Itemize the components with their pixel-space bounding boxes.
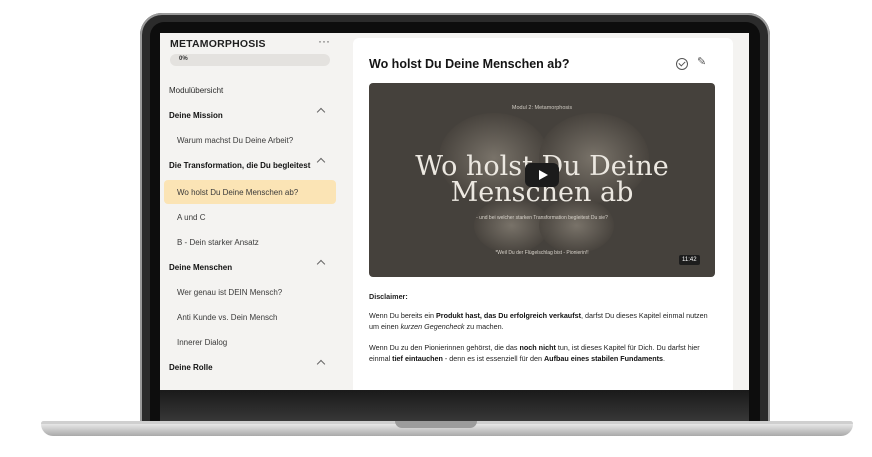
section-label: Deine Mission xyxy=(169,110,223,120)
laptop-notch xyxy=(395,421,477,428)
sidebar-item-lesson[interactable]: Innerer Dialog xyxy=(164,330,336,354)
more-options-icon[interactable]: ··· xyxy=(318,34,330,48)
sidebar-section-menschen[interactable]: Deine Menschen xyxy=(164,255,336,279)
play-button[interactable] xyxy=(525,163,559,187)
app-screen: METAMORPHOSIS ··· 0% Modulübersicht Dein… xyxy=(160,33,749,390)
video-duration: 11:42 xyxy=(679,255,700,265)
sidebar-section-transformation[interactable]: Die Transformation, die Du begleitest xyxy=(164,153,336,177)
paragraph-1: Wenn Du bereits ein Produkt hast, das Du… xyxy=(369,311,719,332)
text-bold: Produkt hast, das Du erfolgreich verkauf… xyxy=(436,311,581,320)
course-progress-bar: 0% xyxy=(170,54,330,66)
text-bold: noch nicht xyxy=(519,343,556,352)
laptop-keyboard xyxy=(160,390,749,424)
text-italic: kurzen Gegencheck xyxy=(400,321,465,331)
video-quote: *Weil Du der Flügelschlag bist - Pionier… xyxy=(495,250,589,256)
sidebar-item-lesson[interactable]: B - Dein starker Ansatz xyxy=(164,230,336,254)
sidebar-section-rolle[interactable]: Deine Rolle xyxy=(164,355,336,379)
text-run: zu machen. xyxy=(464,321,504,331)
sidebar-section-mission[interactable]: Deine Mission xyxy=(164,103,336,127)
chevron-up-icon[interactable] xyxy=(316,359,326,369)
pencil-icon[interactable]: ✎ xyxy=(697,55,706,68)
progress-label: 0% xyxy=(179,56,188,62)
chevron-up-icon[interactable] xyxy=(316,107,326,117)
sidebar-item-lesson[interactable]: Anti Kunde vs. Dein Mensch xyxy=(164,305,336,329)
course-sidebar: METAMORPHOSIS ··· 0% Modulübersicht Dein… xyxy=(160,33,343,390)
section-label: Deine Rolle xyxy=(169,362,213,372)
video-module-label: Modul 2: Metamorphosis xyxy=(511,105,573,111)
sidebar-item-active-lesson[interactable]: Wo holst Du Deine Menschen ab? xyxy=(164,180,336,204)
sidebar-item-lesson[interactable]: Wer genau ist DEIN Mensch? xyxy=(164,280,336,304)
text-bold: Aufbau eines stabilen Fundaments xyxy=(543,353,663,363)
course-title: METAMORPHOSIS xyxy=(170,38,266,50)
video-player[interactable]: Modul 2: Metamorphosis Wo holst Du Deine… xyxy=(369,83,715,277)
text-run: Wenn Du bereits ein xyxy=(369,311,436,320)
check-circle-icon[interactable] xyxy=(676,58,688,70)
text-run: Wenn Du zu den Pionierinnen gehörst, die… xyxy=(369,343,520,352)
video-subtitle: - und bei welcher starken Transformation… xyxy=(476,215,608,221)
section-label: Deine Menschen xyxy=(169,262,233,272)
chevron-up-icon[interactable] xyxy=(316,259,326,269)
sidebar-item-lesson[interactable]: A und C xyxy=(164,205,336,229)
text-run: - denn es ist essenziell für den xyxy=(442,353,544,363)
text-bold: tief eintauchen xyxy=(392,353,443,363)
sidebar-item-lesson[interactable]: Warum machst Du Deine Arbeit? xyxy=(164,128,336,152)
paragraph-2: Wenn Du zu den Pionierinnen gehörst, die… xyxy=(369,343,719,364)
sidebar-item-overview[interactable]: Modulübersicht xyxy=(164,78,336,102)
section-label: Die Transformation, die Du begleitest xyxy=(169,160,311,170)
disclaimer-heading: Disclaimer: xyxy=(369,292,408,301)
text-run: . xyxy=(663,353,665,363)
chevron-up-icon[interactable] xyxy=(316,157,326,167)
lesson-title: Wo holst Du Deine Menschen ab? xyxy=(369,57,570,71)
lesson-content: Wo holst Du Deine Menschen ab? ✎ Modul 2… xyxy=(353,38,733,390)
